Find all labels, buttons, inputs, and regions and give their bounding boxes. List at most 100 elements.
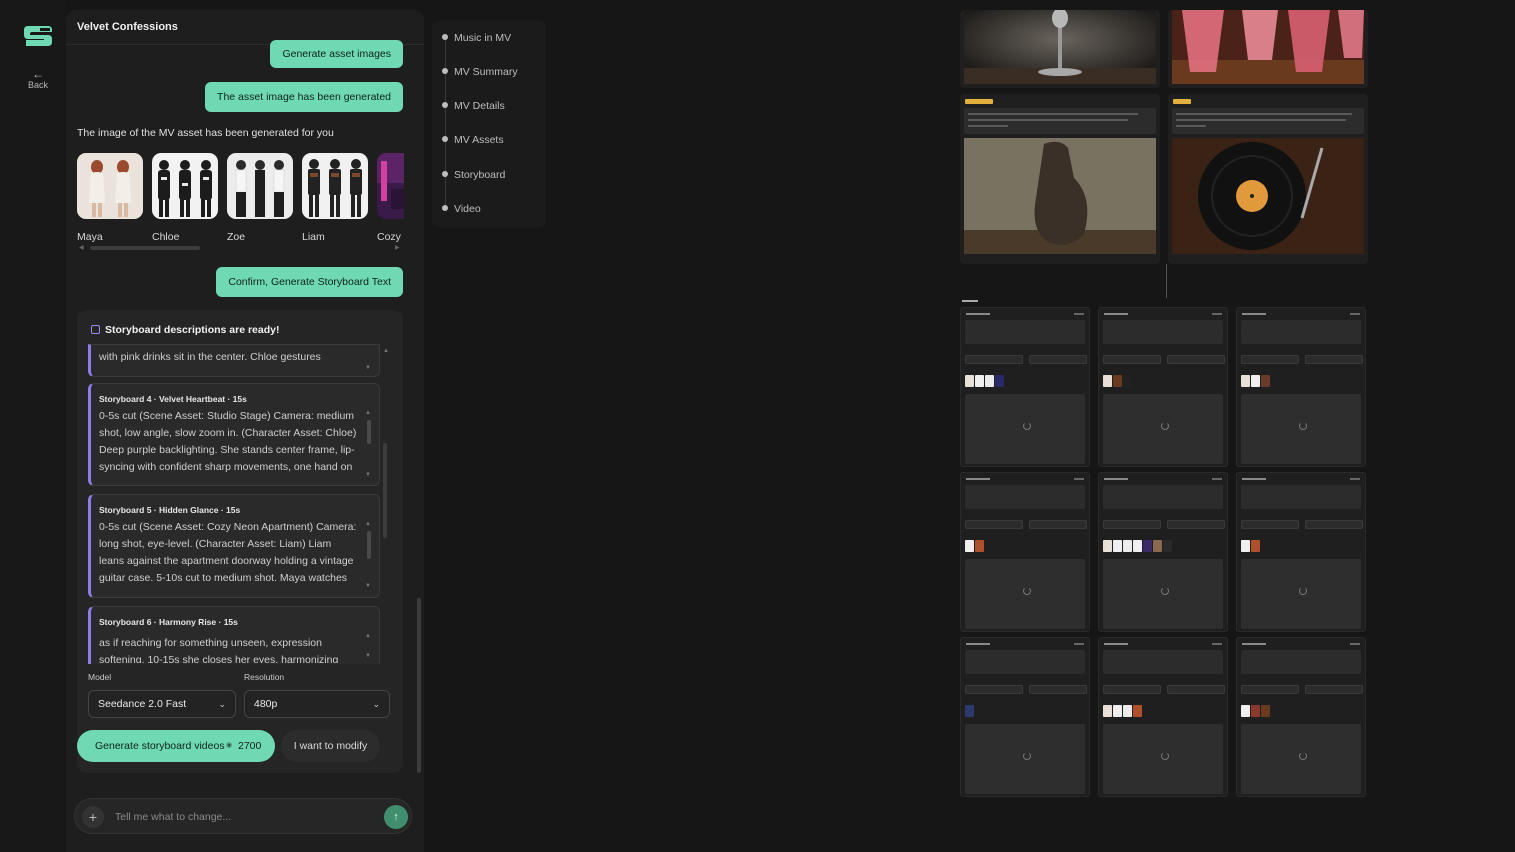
project-title: Velvet Confessions — [77, 21, 178, 33]
chevron-down-icon[interactable]: ▼ — [365, 583, 371, 589]
node-resolution-select[interactable] — [1241, 355, 1299, 364]
model-select[interactable]: Seedance 2.0 Fast ⌄ — [88, 690, 236, 718]
scroll-right-icon[interactable]: ▶ — [395, 244, 400, 251]
user-message-asset-generated: The asset image has been generated — [205, 82, 403, 112]
node-header — [966, 643, 990, 645]
credit-icon: ◉ — [226, 742, 233, 749]
storyboard-node[interactable] — [1098, 307, 1228, 467]
chevron-up-icon[interactable]: ▲ — [365, 521, 371, 527]
node-edit-icon[interactable] — [1074, 643, 1084, 645]
node-edit-icon[interactable] — [1074, 313, 1084, 315]
asset-card-chloe[interactable]: Chloe — [152, 153, 218, 243]
reference-chip — [975, 375, 984, 387]
chevron-down-icon[interactable]: ▼ — [365, 365, 371, 371]
storyboard-item-6[interactable]: Storyboard 6 · Harmony Rise · 15s as if … — [88, 606, 380, 664]
loading-spinner-icon — [1161, 422, 1169, 430]
asset-gallery[interactable]: Maya Chloe Zoe Liam Cozy — [77, 153, 404, 251]
scene-node-pink-drinks[interactable] — [1168, 10, 1368, 88]
plus-icon[interactable]: + — [82, 806, 104, 828]
node-resolution-select[interactable] — [965, 520, 1023, 529]
node-resolution-select[interactable] — [1241, 685, 1299, 694]
scroll-left-icon[interactable]: ◀ — [79, 244, 84, 251]
chevron-down-icon[interactable]: ▼ — [365, 653, 371, 659]
step-music-in-mv[interactable]: Music in MV — [442, 32, 511, 44]
asset-name: Zoe — [227, 231, 246, 243]
node-reference-assets — [1103, 374, 1133, 387]
asset-card-maya[interactable]: Maya — [77, 153, 143, 243]
node-resolution-select[interactable] — [1103, 355, 1161, 364]
step-mv-assets[interactable]: MV Assets — [442, 134, 504, 146]
reference-chip — [1123, 375, 1132, 387]
storyboard-node[interactable] — [1236, 307, 1366, 467]
storyboard-item-5[interactable]: Storyboard 5 · Hidden Glance · 15s 0-5s … — [88, 494, 380, 598]
node-edit-icon[interactable] — [1350, 478, 1360, 480]
storyboard-item-scrollbar[interactable] — [367, 531, 371, 559]
node-resolution-select[interactable] — [1103, 685, 1161, 694]
send-button[interactable]: ↑ — [384, 805, 408, 829]
step-mv-details[interactable]: MV Details — [442, 100, 505, 112]
node-resolution-select[interactable] — [965, 355, 1023, 364]
chat-scrollbar[interactable] — [417, 598, 421, 773]
node-edit-icon[interactable] — [1350, 313, 1360, 315]
asset-card-zoe[interactable]: Zoe — [227, 153, 293, 243]
asset-card-cozy[interactable]: Cozy — [377, 153, 404, 243]
asset-card-liam[interactable]: Liam — [302, 153, 368, 243]
node-resolution-select[interactable] — [1103, 520, 1161, 529]
storyboard-item-text: 0-5s cut (Scene Asset: Cozy Neon Apartme… — [99, 521, 357, 584]
model-select-value: Seedance 2.0 Fast — [98, 698, 187, 710]
storyboard-item-3[interactable]: with pink drinks sit in the center. Chlo… — [88, 344, 380, 377]
step-video[interactable]: Video — [442, 203, 481, 215]
scene-node-microphone[interactable] — [960, 10, 1160, 88]
chevron-down-icon[interactable]: ▼ — [365, 472, 371, 478]
step-storyboard[interactable]: Storyboard — [442, 169, 505, 181]
storyboard-item-4[interactable]: Storyboard 4 · Velvet Heartbeat · 15s 0-… — [88, 383, 380, 486]
resolution-select-value: 480p — [254, 698, 278, 710]
chevron-up-icon[interactable]: ▲ — [365, 633, 371, 639]
node-edit-icon[interactable] — [1212, 478, 1222, 480]
node-description — [1103, 320, 1223, 344]
step-mv-summary[interactable]: MV Summary — [442, 66, 518, 78]
storyboard-node[interactable] — [1236, 472, 1366, 632]
node-video-placeholder — [965, 724, 1085, 794]
asset-gallery-scrollbar[interactable] — [90, 246, 200, 250]
node-model-select[interactable] — [1029, 520, 1087, 529]
storyboard-node[interactable] — [960, 307, 1090, 467]
scene-node-vinyl[interactable] — [1168, 94, 1368, 264]
back-button[interactable]: ← Back — [18, 68, 58, 90]
node-description — [1241, 485, 1361, 509]
node-resolution-select[interactable] — [1241, 520, 1299, 529]
storyboard-node[interactable] — [960, 472, 1090, 632]
generate-storyboard-videos-button[interactable]: Generate storyboard videos ◉ 2700 — [77, 730, 275, 762]
node-model-select[interactable] — [1305, 685, 1363, 694]
node-resolution-select[interactable] — [965, 685, 1023, 694]
node-model-select[interactable] — [1029, 355, 1087, 364]
storyboard-node[interactable] — [960, 637, 1090, 797]
node-edit-icon[interactable] — [1350, 643, 1360, 645]
node-reference-assets — [1241, 374, 1271, 387]
scene-node-guitar-case[interactable] — [960, 94, 1160, 264]
node-model-select[interactable] — [1167, 685, 1225, 694]
node-model-select[interactable] — [1167, 520, 1225, 529]
resolution-select[interactable]: 480p ⌄ — [244, 690, 390, 718]
scene-image-pink-drinks — [1172, 10, 1364, 84]
storyboard-node[interactable] — [1098, 637, 1228, 797]
storyboard-item-scrollbar[interactable] — [367, 420, 371, 444]
message-input[interactable] — [115, 808, 365, 826]
storyboard-list-scrollbar[interactable] — [383, 443, 387, 538]
reference-chip — [1241, 705, 1250, 717]
node-model-select[interactable] — [1029, 685, 1087, 694]
node-model-select[interactable] — [1305, 520, 1363, 529]
node-model-select[interactable] — [1305, 355, 1363, 364]
modify-button[interactable]: I want to modify — [281, 730, 380, 762]
chevron-up-icon[interactable]: ▲ — [365, 410, 371, 416]
node-edit-icon[interactable] — [1074, 478, 1084, 480]
node-edit-icon[interactable] — [1212, 643, 1222, 645]
storyboard-node[interactable] — [1098, 472, 1228, 632]
reference-chip — [1103, 540, 1112, 552]
node-edit-icon[interactable] — [1212, 313, 1222, 315]
chevron-up-icon[interactable]: ▲ — [383, 348, 389, 354]
storyboard-node[interactable] — [1236, 637, 1366, 797]
node-model-select[interactable] — [1167, 355, 1225, 364]
node-reference-assets — [965, 704, 975, 717]
reference-chip — [1251, 375, 1260, 387]
